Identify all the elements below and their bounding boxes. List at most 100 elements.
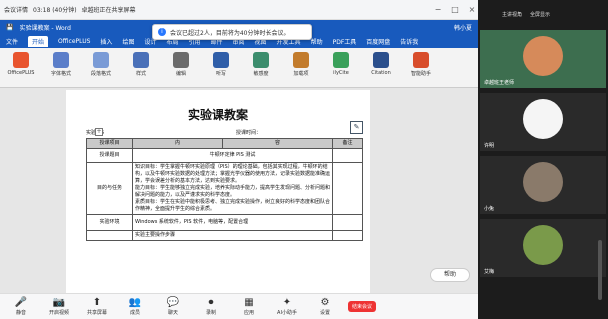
styles-icon <box>133 52 149 68</box>
tab-draw[interactable]: 绘图 <box>122 37 134 46</box>
ribbon-font-button[interactable]: 字体格式 <box>46 52 76 77</box>
apps-button[interactable]: ▦ 应用 <box>234 297 264 316</box>
presenter-status: 卓越班正在共享屏幕 <box>81 7 136 14</box>
ribbon-officeplus-button[interactable]: OfficePLUS <box>6 52 36 76</box>
participant-tile[interactable]: 小兔 <box>480 156 606 214</box>
notification-text: 会议已超过2人，目前将为40分钟时长会议。 <box>170 29 290 37</box>
meeting-timer: 03:18 (40分钟) <box>33 7 77 14</box>
meeting-top-bar: 会议详情 03:18 (40分钟) 卓越班正在共享屏幕 − □ × <box>0 0 478 20</box>
table-cell[interactable]: 实验主要操作步骤 <box>132 230 333 241</box>
meeting-detail-link[interactable]: 会议详情 <box>4 5 28 14</box>
table-cell[interactable] <box>332 162 363 215</box>
share-screen-button[interactable]: ⬆ 共享屏幕 <box>82 297 112 316</box>
record-button[interactable]: ⏺ 录制 <box>196 297 226 316</box>
table-row: 授课项目 内 容 备注 <box>86 138 363 149</box>
tab-home[interactable]: 开始 <box>28 35 49 47</box>
end-meeting-button[interactable]: 结束会议 <box>348 301 377 312</box>
avatar <box>523 225 563 265</box>
microphone-icon <box>213 52 229 68</box>
gear-icon: ⚙ <box>320 297 330 308</box>
avatar <box>523 99 563 139</box>
participant-tile[interactable]: 卓越班王老师 <box>480 30 606 88</box>
close-icon[interactable]: × <box>466 4 478 16</box>
ribbon-ilycite-button[interactable]: ilyCite <box>326 52 356 76</box>
table-cell[interactable]: 实验环境 <box>86 214 133 231</box>
addins-icon <box>293 52 309 68</box>
ribbon-assistant-button[interactable]: 智能助手 <box>406 52 436 77</box>
fullscreen-button[interactable]: 全屏显示 <box>530 11 550 18</box>
members-button[interactable]: 👥 成员 <box>120 297 150 316</box>
speaker-view-button[interactable]: 主讲视角 <box>502 11 522 18</box>
ribbon: OfficePLUS 字体格式 段落格式 样式 编辑 听写 敏感度 加载项 il… <box>0 48 478 88</box>
document-page[interactable]: 实验课教案 实验：5 授课时间： 授课项目 内 容 备注 授课题目 牛顿环定律 … <box>66 90 370 293</box>
table-cell[interactable] <box>332 230 363 241</box>
lesson-plan-table: 授课项目 内 容 备注 授课题目 牛顿环定律 PIS 测试 目的与任务 知识目标… <box>86 138 363 241</box>
ribbon-sensitivity-button[interactable]: 敏感度 <box>246 52 276 77</box>
sensitivity-icon <box>253 52 269 68</box>
participant-panel: 主讲视角 全屏显示 卓越班王老师 许明 小兔 艾梅 <box>478 0 608 319</box>
user-name[interactable]: 韩小夏 <box>454 23 472 32</box>
view-switcher: 主讲视角 全屏显示 <box>478 0 608 28</box>
maximize-icon[interactable]: □ <box>449 4 461 16</box>
table-cell[interactable]: 内 <box>132 138 223 149</box>
goal-knowledge: 知识目标：学生掌握牛顿环实验原理（PIS）的理论基础，包括其实现过程，牛顿环的结… <box>135 164 331 184</box>
tab-insert[interactable]: 插入 <box>100 37 112 46</box>
tab-pdf[interactable]: PDF工具 <box>333 37 357 46</box>
minimize-icon[interactable]: − <box>432 4 444 16</box>
table-cell[interactable] <box>86 230 133 241</box>
table-row: 实验主要操作步骤 <box>86 230 363 241</box>
settings-button[interactable]: ⚙ 设置 <box>310 297 340 316</box>
goal-quality: 素质目标：学生在实验中能积极思考、独立完成实验操作，树立良好的科学态度和团队合作… <box>135 199 331 212</box>
table-cell[interactable]: 容 <box>222 138 333 149</box>
table-move-handle-icon[interactable]: + <box>95 128 103 136</box>
info-icon: i <box>158 28 166 36</box>
ribbon-citation-button[interactable]: Citation <box>366 52 396 76</box>
tell-me-search[interactable]: 告诉我 <box>400 37 418 46</box>
ribbon-styles-button[interactable]: 样式 <box>126 52 156 77</box>
table-cell[interactable]: 备注 <box>332 138 363 149</box>
table-cell[interactable]: 目的与任务 <box>86 162 133 215</box>
tab-baidu[interactable]: 百度网盘 <box>366 37 390 46</box>
word-save-icon[interactable]: 💾 <box>6 24 13 31</box>
ai-assistant-button[interactable]: ✦ AI小助手 <box>272 297 302 316</box>
table-row: 实验环境 Windows 系统软件，PIS 软件，电脑等，配置合理 <box>86 214 363 231</box>
table-cell[interactable]: 牛顿环定律 PIS 测试 <box>132 148 333 163</box>
members-icon: 👥 <box>128 297 142 308</box>
table-cell[interactable] <box>332 148 363 163</box>
font-icon <box>53 52 69 68</box>
table-row: 目的与任务 知识目标：学生掌握牛顿环实验原理（PIS）的理论基础，包括其实现过程… <box>86 162 363 215</box>
ribbon-paragraph-button[interactable]: 段落格式 <box>86 52 116 77</box>
table-cell[interactable] <box>332 214 363 231</box>
avatar <box>523 36 563 76</box>
meeting-toolbar: 🎤 静音 📷 开启视频 ⬆ 共享屏幕 👥 成员 💬 聊天 ⏺ 录制 ▦ 应用 ✦ AI小助手 ⚙… <box>0 293 478 319</box>
editing-icon <box>173 52 189 68</box>
class-time-label: 授课时间： <box>236 130 262 136</box>
video-button[interactable]: 📷 开启视频 <box>44 297 74 316</box>
screen: 会议详情 03:18 (40分钟) 卓越班正在共享屏幕 − □ × 💾 实验课教… <box>0 0 608 319</box>
table-cell[interactable]: 授课项目 <box>86 138 133 149</box>
ribbon-addins-button[interactable]: 加载项 <box>286 52 316 77</box>
table-cell[interactable]: 授课题目 <box>86 148 133 163</box>
participant-scrollbar[interactable] <box>598 240 602 300</box>
tab-help[interactable]: 帮助 <box>311 37 323 46</box>
annotation-icon[interactable]: ✎ <box>350 121 363 134</box>
ribbon-dictate-button[interactable]: 听写 <box>206 52 236 77</box>
participant-tile[interactable]: 艾梅 <box>480 219 606 277</box>
camera-icon: 📷 <box>52 297 66 308</box>
window-title: 实验课教案 - Word <box>19 24 71 32</box>
meeting-notification[interactable]: i 会议已超过2人，目前将为40分钟时长会议。 <box>152 24 312 40</box>
citation-icon <box>373 52 389 68</box>
ai-icon: ✦ <box>282 297 292 308</box>
chat-button[interactable]: 💬 聊天 <box>158 297 188 316</box>
document-title: 实验课教案 <box>187 108 248 122</box>
table-cell[interactable]: Windows 系统软件，PIS 软件，电脑等，配置合理 <box>132 214 333 231</box>
participant-tile[interactable]: 许明 <box>480 93 606 151</box>
paragraph-icon <box>93 52 109 68</box>
help-pill-button[interactable]: 帮助 <box>430 268 470 282</box>
tab-file[interactable]: 文件 <box>6 37 18 46</box>
mute-button[interactable]: 🎤 静音 <box>6 297 36 316</box>
tab-officeplus[interactable]: OfficePLUS <box>58 38 90 45</box>
share-icon: ⬆ <box>92 297 102 308</box>
ribbon-editing-button[interactable]: 编辑 <box>166 52 196 77</box>
table-cell[interactable]: 知识目标：学生掌握牛顿环实验原理（PIS）的理论基础，包括其实现过程，牛顿环的结… <box>132 162 333 215</box>
